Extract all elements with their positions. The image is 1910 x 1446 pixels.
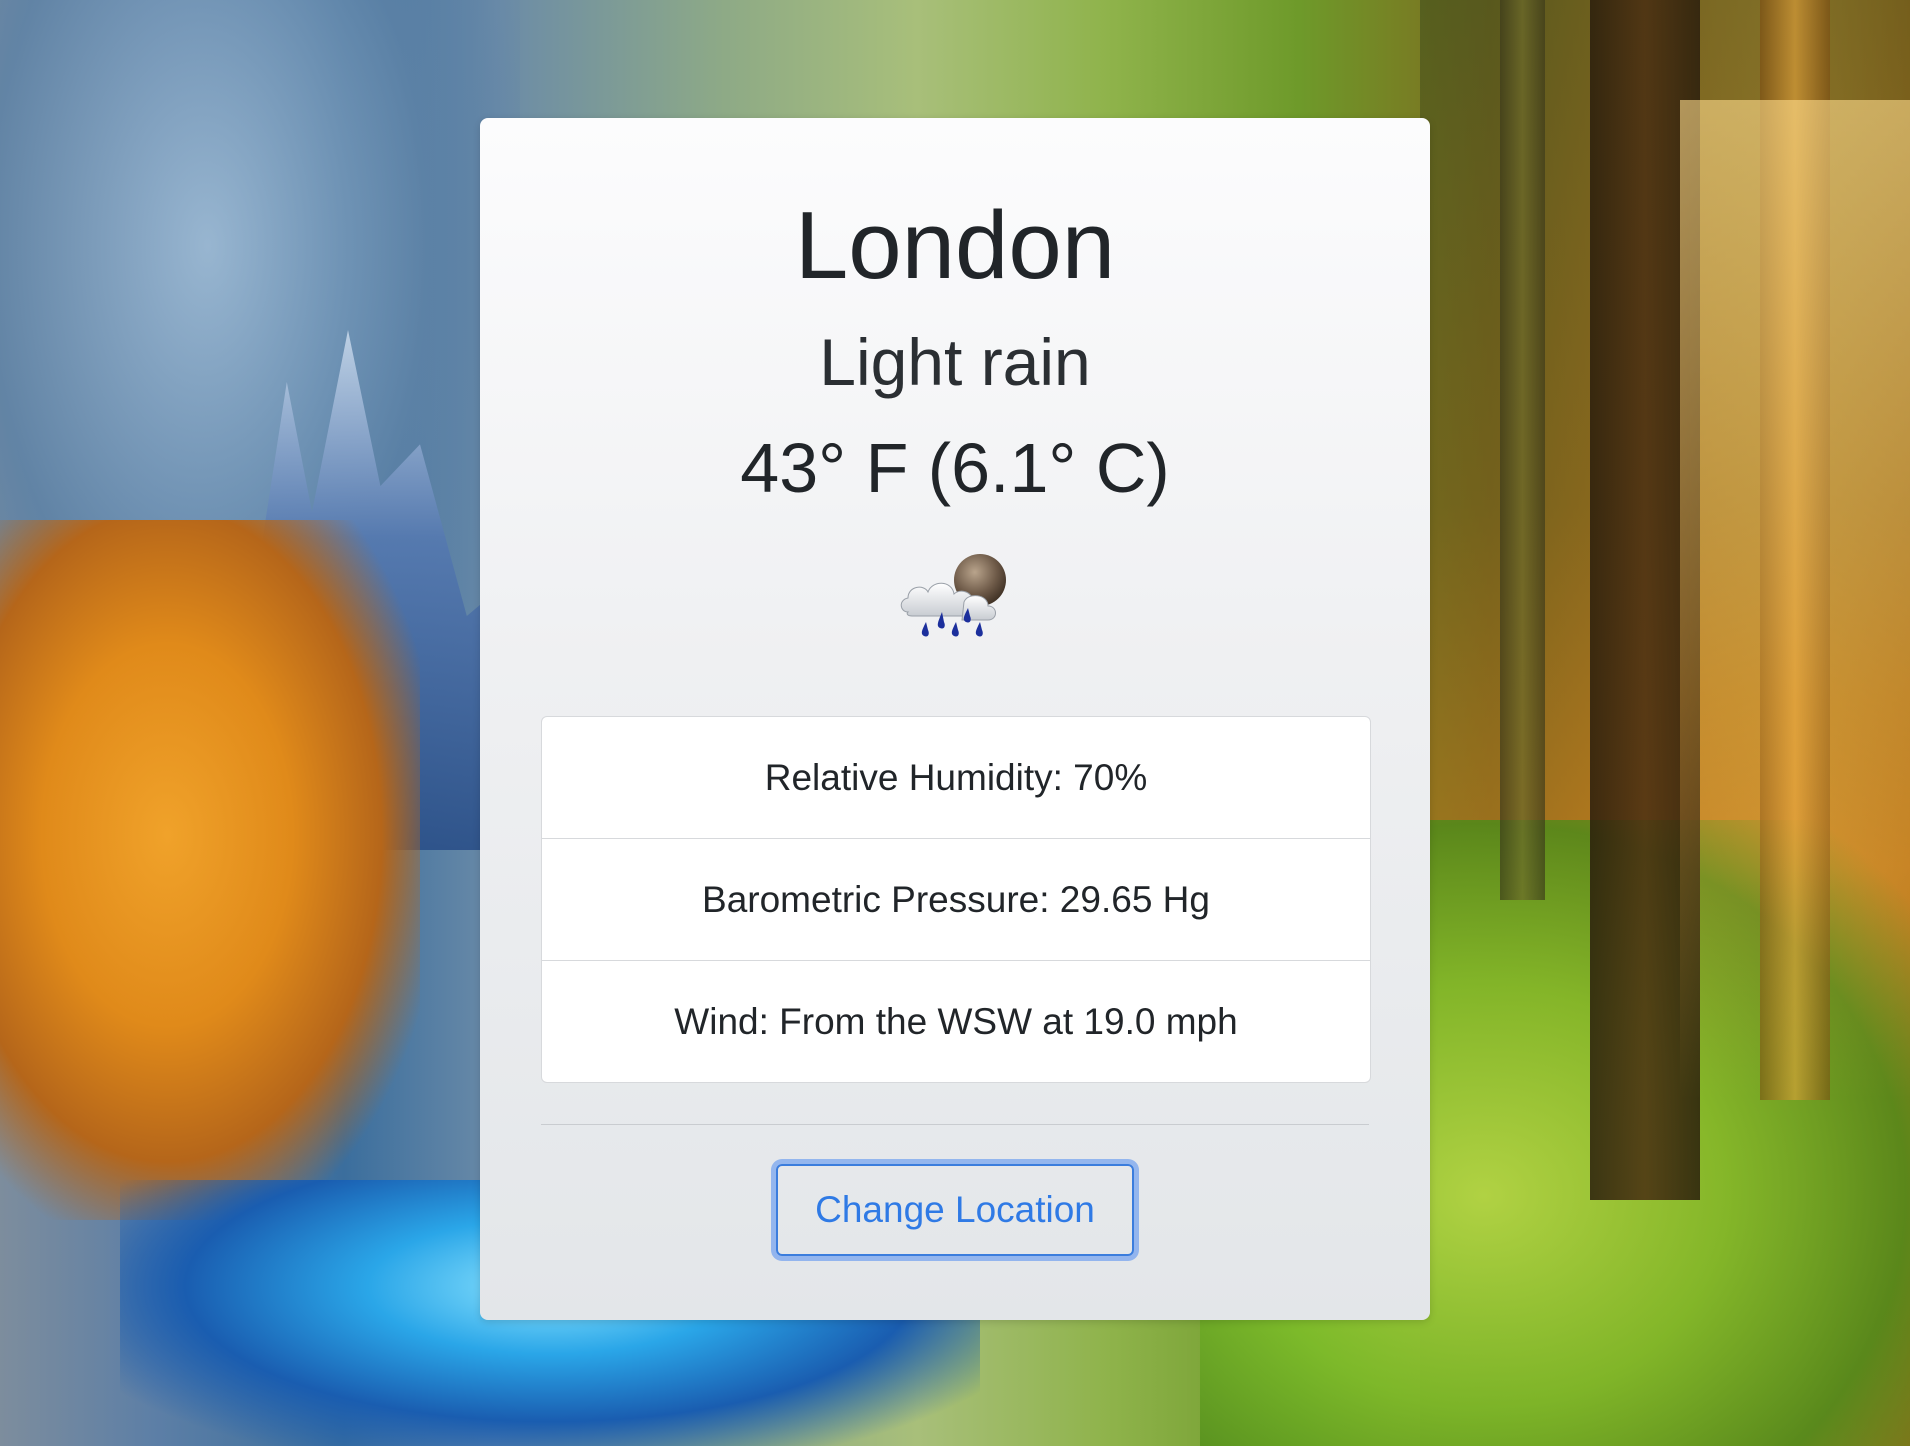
weather-details-list: Relative Humidity: 70% Barometric Pressu… <box>541 716 1371 1083</box>
divider <box>541 1124 1369 1125</box>
rain-cloud-moon-icon <box>900 554 1006 637</box>
background-autumn-tree <box>0 520 420 1220</box>
wind-item: Wind: From the WSW at 19.0 mph <box>542 960 1370 1082</box>
temperature: 43° F (6.1° C) <box>740 429 1170 507</box>
background-sunlight <box>1680 100 1910 1100</box>
change-location-button[interactable]: Change Location <box>776 1164 1134 1256</box>
weather-condition: Light rain <box>819 325 1091 399</box>
city-name: London <box>794 192 1116 299</box>
humidity-item: Relative Humidity: 70% <box>764 756 1148 798</box>
weather-card: London Light rain 43° F (6.1° C) Relativ… <box>480 118 1430 1320</box>
pressure-item: Barometric Pressure: 29.65 Hg <box>542 838 1370 960</box>
background-tree-trunk <box>1500 0 1545 900</box>
